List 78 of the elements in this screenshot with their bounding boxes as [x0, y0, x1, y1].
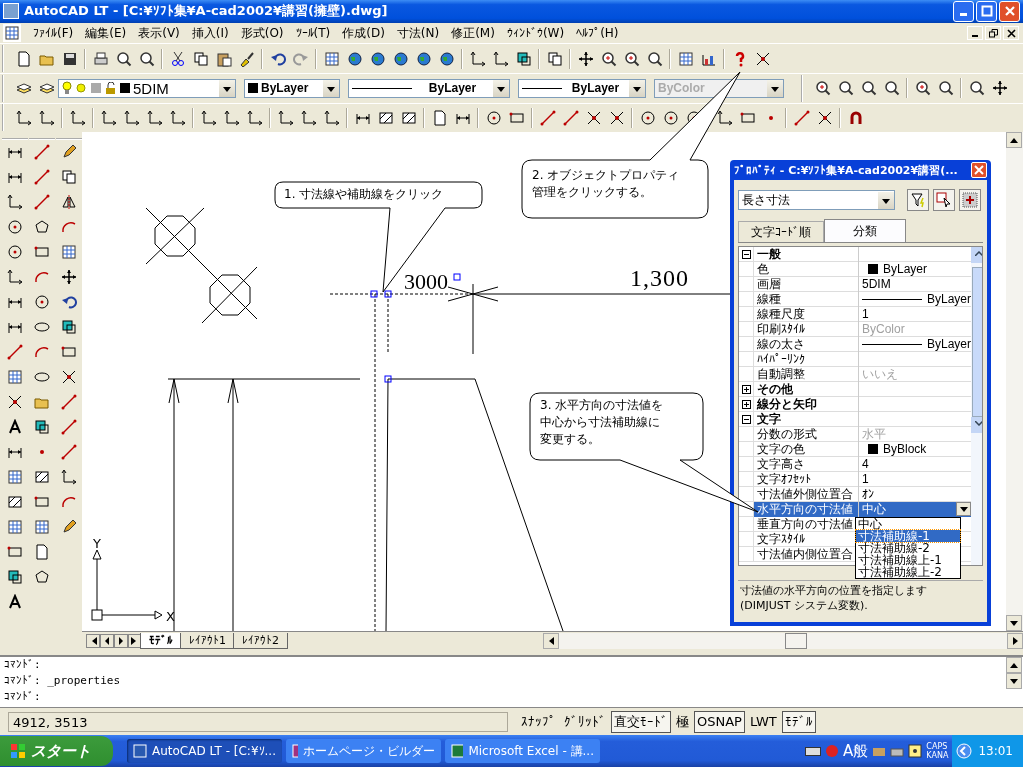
callout-text: 2. オブジェクトプロパティ管理をクリックする。 — [532, 167, 681, 201]
property-value[interactable]: ByBlock — [859, 441, 972, 457]
property-name[interactable]: 文字の色 — [754, 441, 859, 457]
menu-item[interactable]: ﾍﾙﾌﾟ(H) — [570, 26, 625, 40]
kana-indicator: KANA — [926, 751, 949, 760]
dimension-text: 3000 — [404, 269, 448, 295]
property-name[interactable]: 線の太さ — [754, 336, 859, 352]
property-name[interactable]: 色 — [754, 261, 859, 277]
command-window[interactable]: ｺﾏﾝﾄﾞ: ｺﾏﾝﾄﾞ: _properties ｺﾏﾝﾄﾞ: — [0, 655, 1023, 709]
start-button[interactable]: スタート — [0, 736, 113, 766]
status-toggle[interactable]: OSNAP — [694, 710, 745, 733]
menu-item[interactable]: ﾂｰﾙ(T) — [289, 26, 337, 40]
ime-mode[interactable]: A般 — [843, 741, 869, 761]
lineweight-dropdown[interactable]: ByLayer — [518, 78, 646, 98]
taskbar-button[interactable]: ホームページ・ビルダー — [286, 739, 441, 763]
axis-label: X — [166, 609, 175, 625]
axis-label: Y — [93, 536, 101, 552]
caps-indicator: CAPS — [926, 742, 949, 751]
property-name[interactable]: ﾊｲﾊﾟｰﾘﾝｸ — [754, 351, 859, 367]
clock: 13:01 — [978, 744, 1013, 758]
status-toggle[interactable]: 極 — [673, 710, 692, 733]
property-value[interactable]: 5DIM — [859, 276, 972, 292]
command-line: ｺﾏﾝﾄﾞ: _properties — [4, 673, 122, 690]
property-name[interactable]: 文字ｵﾌｾｯﾄ — [754, 471, 859, 487]
dropdown-option[interactable]: 寸法補助線上-2 — [856, 566, 960, 578]
menu-item[interactable]: 挿入(I) — [185, 24, 235, 42]
taskbar-button[interactable]: Microsoft Excel - 講... — [445, 739, 600, 763]
property-value[interactable]: 4 — [859, 456, 972, 472]
dropdown-option[interactable]: 寸法補助線上-1 — [856, 554, 960, 566]
object-type-dropdown[interactable]: 長さ寸法 — [738, 190, 895, 210]
layout-tab[interactable]: ﾚｲｱｳﾄ1 — [180, 633, 235, 650]
menu-item[interactable]: 形式(O) — [234, 24, 290, 42]
menu-item[interactable]: 作成(D) — [336, 24, 391, 42]
menu-item[interactable]: ｳｨﾝﾄﾞｳ(W) — [500, 26, 571, 40]
property-name[interactable]: 画層 — [754, 276, 859, 292]
property-name[interactable]: 線種 — [754, 291, 859, 307]
command-line: ｺﾏﾝﾄﾞ: — [4, 689, 42, 706]
coordinates-display: 4912, 3513 — [8, 711, 508, 732]
status-toggle[interactable]: ｽﾅｯﾌﾟ — [518, 710, 559, 733]
dropdown-option[interactable]: 寸法補助線-2 — [856, 542, 960, 554]
layer-dropdown[interactable]: 5DIM — [58, 78, 236, 98]
layout-tab[interactable]: ﾓﾃﾞﾙ — [140, 633, 182, 650]
menu-item[interactable]: 表示(V) — [132, 24, 186, 42]
property-value[interactable]: 1 — [859, 306, 972, 322]
property-value[interactable]: ByLayer — [859, 291, 972, 307]
property-value[interactable]: ｵﾝ — [859, 486, 972, 502]
category-label[interactable]: 文字 — [754, 411, 859, 427]
menu-item[interactable]: 寸法(N) — [390, 24, 446, 42]
status-toggle[interactable]: LWT — [746, 710, 780, 733]
property-value[interactable]: ByLayer — [859, 336, 972, 352]
property-value[interactable]: 1 — [859, 471, 972, 487]
dropdown-option[interactable]: 中心 — [856, 518, 960, 530]
status-toggle[interactable]: ﾓﾃﾞﾙ — [781, 710, 816, 733]
property-value[interactable]: ByLayer — [859, 261, 972, 277]
status-toggle[interactable]: ｸﾞﾘｯﾄﾞ — [561, 710, 609, 733]
command-line: ｺﾏﾝﾄﾞ: — [4, 657, 42, 674]
callout-text: 1. 寸法線や補助線をクリック — [284, 186, 445, 203]
palette-tab[interactable]: 分類 — [824, 219, 906, 242]
category-label[interactable]: その他 — [754, 381, 859, 397]
color-dropdown[interactable]: ByLayer — [244, 78, 340, 98]
taskbar-button[interactable]: AutoCAD LT - [C:¥ｿ... — [127, 739, 282, 763]
property-name[interactable]: 線種尺度 — [754, 306, 859, 322]
layout-tab[interactable]: ﾚｲｱｳﾄ2 — [233, 633, 288, 650]
menu-item[interactable]: ﾌｧｲﾙ(F) — [27, 26, 80, 40]
linetype-dropdown[interactable]: ByLayer — [348, 78, 510, 98]
palette-title: ﾌﾟﾛﾊﾟﾃｨ - C:¥ｿﾌﾄ集¥A-cad2002¥講習(... — [734, 162, 959, 178]
property-name[interactable]: 寸法値外側位置合 — [754, 486, 859, 502]
dropdown-option[interactable]: 寸法補助線-1 — [856, 530, 960, 542]
menu-item[interactable]: 修正(M) — [445, 24, 501, 42]
property-name[interactable]: 文字高さ — [754, 456, 859, 472]
dimension-text: 1,300 — [630, 265, 689, 292]
window-title: AutoCAD LT - [C:¥ｿﾌﾄ集¥A-cad2002¥講習(擁壁).dwg] — [24, 2, 389, 21]
status-toggle[interactable]: 直交ﾓｰﾄﾞ — [611, 710, 671, 733]
callout-text: 3. 水平方向の寸法値を中心から寸法補助線に変更する。 — [540, 397, 665, 448]
category-label[interactable]: 線分と矢印 — [754, 396, 859, 412]
property-description: 寸法値の水平方向の位置を指定します (DIMJUST システム変数). — [738, 580, 983, 618]
category-label[interactable]: 一般 — [754, 247, 859, 262]
menu-item[interactable]: 編集(E) — [79, 24, 133, 42]
